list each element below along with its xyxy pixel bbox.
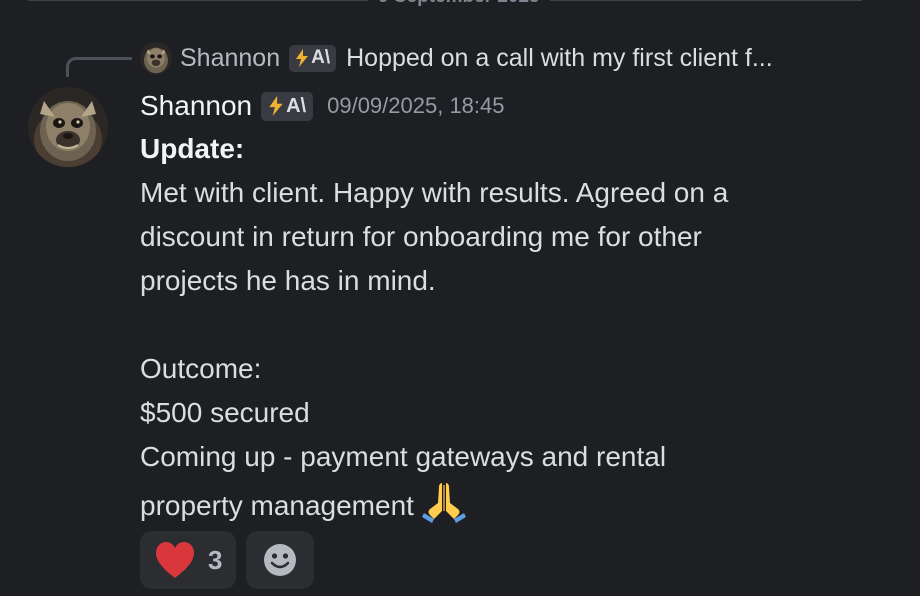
- reaction-count: 3: [208, 544, 223, 575]
- reply-avatar[interactable]: [140, 42, 172, 74]
- message-line: projects he has in mind.: [140, 265, 436, 296]
- reply-tag-label: A\: [311, 47, 331, 68]
- author-tag-label: A\: [286, 94, 307, 117]
- message-line: discount in return for onboarding me for…: [140, 221, 702, 252]
- date-divider-label: 9 September 2025: [368, 0, 550, 8]
- lightning-icon: [296, 49, 309, 67]
- add-reaction-button[interactable]: [246, 531, 315, 589]
- date-divider: 9 September 2025: [28, 0, 862, 8]
- reply-preview-text[interactable]: Hopped on a call with my first client f.…: [346, 44, 773, 73]
- praying-hands-icon: [420, 479, 468, 536]
- reply-author-tag[interactable]: A\: [289, 44, 337, 72]
- message-header: Shannon A\ 09/09/2025, 18:45: [140, 88, 505, 124]
- add-reaction-icon: [264, 544, 297, 576]
- reply-reference[interactable]: Shannon A\ Hopped on a call with my firs…: [140, 42, 773, 74]
- author-tag[interactable]: A\: [261, 91, 314, 121]
- message-line-last: property management: [140, 479, 900, 523]
- reply-connector: [66, 57, 132, 77]
- lightning-icon: [269, 96, 283, 116]
- heart-icon: [156, 542, 194, 578]
- message-heading: Update:: [140, 133, 245, 164]
- message-content: Update: Met with client. Happy with resu…: [140, 127, 900, 523]
- message-timestamp[interactable]: 09/09/2025, 18:45: [327, 93, 504, 119]
- reactions-bar: 3: [140, 531, 315, 589]
- author-name[interactable]: Shannon: [140, 90, 252, 122]
- message-line: $500 secured: [140, 397, 310, 428]
- message-line: Coming up - payment gateways and rental: [140, 441, 667, 472]
- reply-author-name[interactable]: Shannon: [180, 44, 280, 73]
- avatar[interactable]: [28, 87, 108, 167]
- message-line-text: property management: [140, 490, 414, 521]
- reaction-heart[interactable]: 3: [140, 531, 237, 589]
- message-line: Met with client. Happy with results. Agr…: [140, 177, 729, 208]
- message-line: Outcome:: [140, 353, 262, 384]
